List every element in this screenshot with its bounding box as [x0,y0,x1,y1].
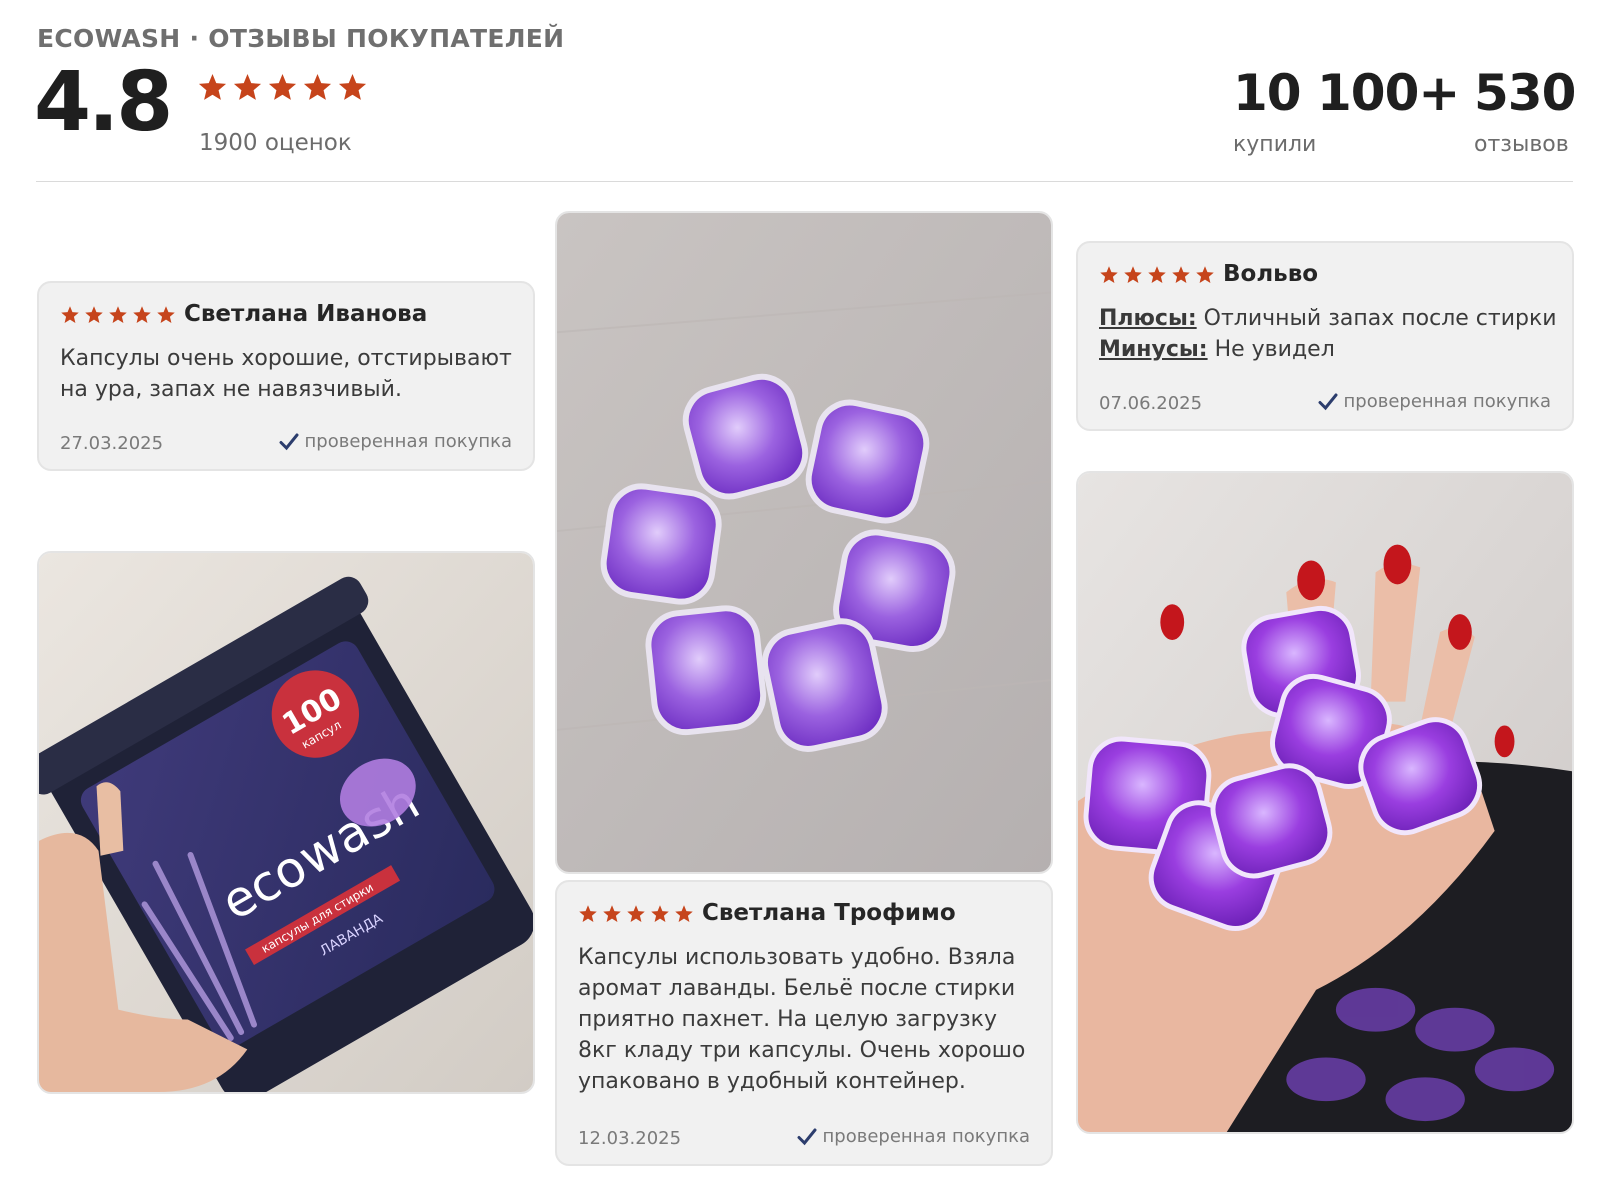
review-stars [578,904,694,924]
star-icon [1172,266,1190,283]
verified-label: проверенная покупка [304,431,512,452]
star-icon [1196,266,1214,283]
average-rating-stars [197,72,368,103]
review-text: Капсулы очень хорошие, отстирывают на ур… [60,346,512,402]
star-icon [627,905,645,922]
page-brand-title: ECOWASH · ОТЗЫВЫ ПОКУПАТЕЛЕЙ [37,24,565,53]
review-author: Светлана Трофимо [702,900,956,926]
review-card: Светлана Иванова Капсулы очень хорошие, … [37,281,535,471]
review-photo-container[interactable]: капсулы для стирки eco wash ЛАВАНДА 100 … [37,551,535,1094]
star-icon [268,73,297,100]
rating-count: 1900 оценок [199,130,352,156]
star-icon [338,73,367,100]
check-icon [279,433,299,450]
review-card: Вольво Плюсы: Отличный запах после стирк… [1076,241,1574,431]
review-cons: Минусы: Не увидел [1099,334,1559,365]
review-author: Вольво [1223,261,1319,287]
bought-value: 10 100+ [1233,64,1460,122]
pros-text: Отличный запах после стирки [1203,306,1557,331]
star-icon [579,905,597,922]
cons-label: Минусы: [1099,337,1208,362]
review-date: 07.06.2025 [1099,393,1203,414]
review-date: 12.03.2025 [578,1128,682,1149]
review-stars [1099,265,1215,285]
verified-label: проверенная покупка [1343,391,1551,412]
star-icon [1148,266,1166,283]
star-icon [109,306,127,323]
verified-purchase: проверенная покупка [797,1126,1030,1147]
review-photo-capsules[interactable] [555,211,1053,874]
star-icon [651,905,669,922]
review-pros: Плюсы: Отличный запах после стирки [1099,303,1559,334]
review-date: 27.03.2025 [60,433,164,454]
reviews-label: отзывов [1474,132,1569,157]
check-icon [1318,393,1338,410]
star-icon [603,905,621,922]
star-icon [1100,266,1118,283]
verified-purchase: проверенная покупка [279,431,512,452]
star-icon [233,73,262,100]
review-photo-hand[interactable] [1076,471,1574,1134]
star-icon [675,905,693,922]
reviews-value: 530 [1474,64,1576,122]
review-card: Светлана Трофимо Капсулы использовать уд… [555,880,1053,1166]
reviews-stat: 530 отзывов [1474,64,1576,157]
star-icon [133,306,151,323]
star-icon [157,306,175,323]
average-rating: 4.8 [34,55,173,150]
verified-purchase: проверенная покупка [1318,391,1551,412]
star-icon [303,73,332,100]
cons-text: Не увидел [1214,337,1335,362]
pros-label: Плюсы: [1099,306,1197,331]
review-text: Капсулы использовать удобно. Взяла арома… [578,945,1026,1094]
star-icon [1124,266,1142,283]
verified-label: проверенная покупка [822,1126,1030,1147]
review-stars [60,305,176,325]
header-divider [36,181,1573,182]
bought-stat: 10 100+ купили [1233,64,1460,157]
star-icon [61,306,79,323]
bought-label: купили [1233,132,1317,157]
review-author: Светлана Иванова [184,301,428,327]
star-icon [198,73,227,100]
check-icon [797,1128,817,1145]
star-icon [85,306,103,323]
